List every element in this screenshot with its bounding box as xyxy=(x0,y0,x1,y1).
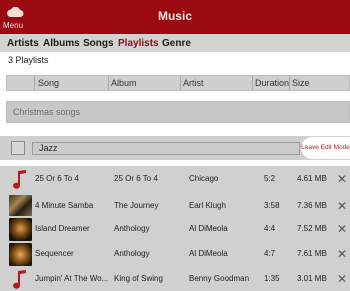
song-duration: 5:2 xyxy=(264,174,276,183)
song-size: 7.36 MB xyxy=(297,201,327,210)
tab-albums[interactable]: Albums xyxy=(43,38,80,49)
column-duration[interactable]: Duration xyxy=(255,78,289,88)
playlist-count: 3 Playlists xyxy=(8,55,49,65)
remove-icon[interactable]: ✕ xyxy=(337,222,347,236)
song-title: 25 Or 6 To 4 xyxy=(35,174,79,183)
song-title: Sequencer xyxy=(35,249,74,258)
column-separator xyxy=(252,76,253,90)
remove-icon[interactable]: ✕ xyxy=(337,247,347,261)
song-size: 4.61 MB xyxy=(297,174,327,183)
song-album: King of Swing xyxy=(114,274,163,283)
album-art xyxy=(9,243,32,266)
album-art xyxy=(9,195,32,218)
tab-bar: Artists Albums Songs Playlists Genre xyxy=(0,34,350,52)
song-size: 3.01 MB xyxy=(297,274,327,283)
column-header: Song Album Artist Duration Size xyxy=(6,75,350,91)
remove-icon[interactable]: ✕ xyxy=(337,272,347,286)
music-note-icon xyxy=(9,168,32,191)
leave-edit-mode-button[interactable]: Leave Edit Mode xyxy=(301,137,350,159)
tab-playlists[interactable]: Playlists xyxy=(118,38,159,49)
column-artist[interactable]: Artist xyxy=(183,78,204,88)
playlist-jazz: Jazz xyxy=(0,136,350,160)
app-header: Menu Music xyxy=(0,0,350,34)
app-title: Music xyxy=(157,9,192,23)
song-title: 4 Minute Samba xyxy=(35,201,94,210)
remove-icon[interactable]: ✕ xyxy=(337,172,347,186)
song-album: The Journey xyxy=(114,201,159,210)
song-row[interactable]: Sequencer Anthology Al DiMeola 4:7 7.61 … xyxy=(0,241,350,268)
column-separator xyxy=(34,76,35,90)
song-title: Island Dreamer xyxy=(35,224,90,233)
column-song[interactable]: Song xyxy=(38,78,59,88)
song-artist: Al DiMeola xyxy=(189,249,228,258)
remove-icon[interactable]: ✕ xyxy=(337,199,347,213)
song-duration: 1:35 xyxy=(264,274,280,283)
song-row[interactable]: Island Dreamer Anthology Al DiMeola 4:4 … xyxy=(0,216,350,243)
album-art xyxy=(9,218,32,241)
playlist-christmas[interactable]: Christmas songs xyxy=(6,101,350,123)
song-duration: 4:4 xyxy=(264,224,276,233)
song-artist: Benny Goodman xyxy=(189,274,250,283)
column-separator xyxy=(180,76,181,90)
tab-artists[interactable]: Artists xyxy=(7,38,39,49)
select-checkbox[interactable] xyxy=(11,141,25,155)
song-size: 7.52 MB xyxy=(297,224,327,233)
column-separator xyxy=(289,76,290,90)
song-artist: Chicago xyxy=(189,174,219,183)
playlist-name-field[interactable]: Jazz xyxy=(32,142,300,155)
song-row[interactable]: 25 Or 6 To 4 25 Or 6 To 4 Chicago 5:2 4.… xyxy=(0,166,350,193)
tab-genre[interactable]: Genre xyxy=(162,38,191,49)
column-size[interactable]: Size xyxy=(292,78,310,88)
song-duration: 4:7 xyxy=(264,249,276,258)
column-album[interactable]: Album xyxy=(111,78,137,88)
song-row[interactable]: Jumpin' At The Wo... King of Swing Benny… xyxy=(0,266,350,291)
song-duration: 3:58 xyxy=(264,201,280,210)
song-album: Anthology xyxy=(114,249,150,258)
music-note-icon xyxy=(9,268,32,291)
tab-songs[interactable]: Songs xyxy=(83,38,114,49)
song-size: 7.61 MB xyxy=(297,249,327,258)
song-album: Anthology xyxy=(114,224,150,233)
song-album: 25 Or 6 To 4 xyxy=(114,174,158,183)
song-title: Jumpin' At The Wo... xyxy=(35,274,109,283)
playlist-name: Christmas songs xyxy=(13,107,81,117)
song-artist: Earl Klugh xyxy=(189,201,226,210)
song-artist: Al DiMeola xyxy=(189,224,228,233)
column-separator xyxy=(108,76,109,90)
